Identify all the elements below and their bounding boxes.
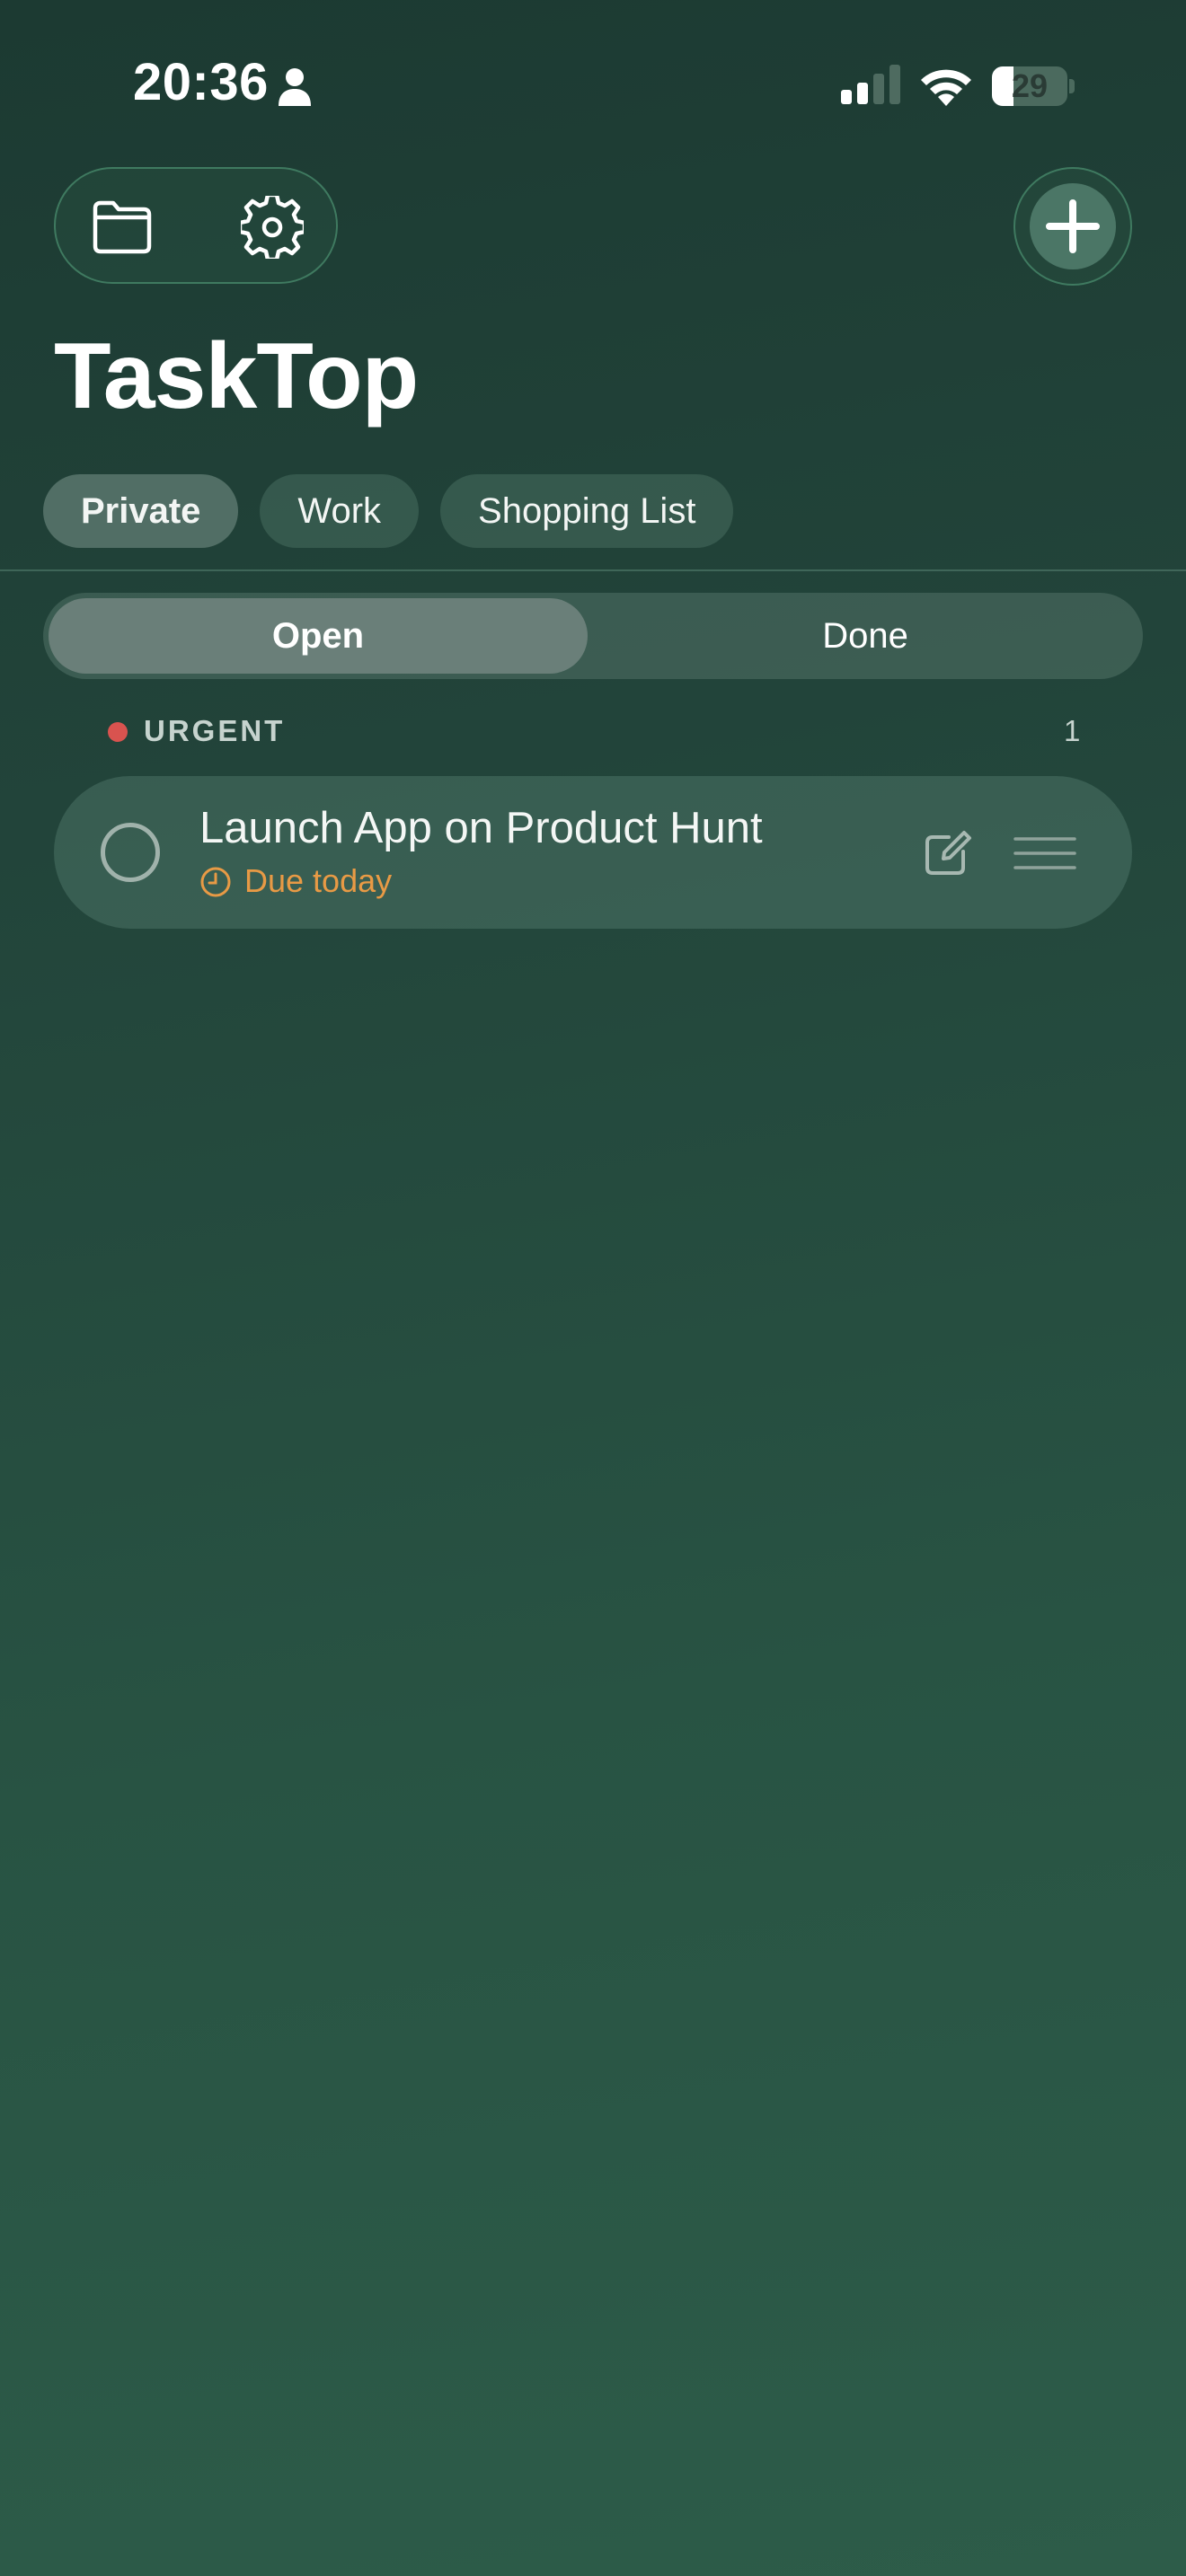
person-icon (279, 68, 311, 106)
tab-private[interactable]: Private (43, 474, 239, 548)
gear-icon[interactable] (241, 196, 304, 259)
task-due-date: Due today (244, 862, 393, 899)
add-button-inner[interactable] (1030, 183, 1116, 269)
tab-work[interactable]: Work (260, 474, 420, 548)
filter-done-button[interactable]: Done (593, 598, 1137, 674)
drag-handle-icon[interactable] (1013, 834, 1076, 873)
section-count: 1 (1064, 714, 1081, 747)
tab-shopping-list[interactable]: Shopping List (440, 474, 734, 548)
filter-open-button[interactable]: Open (49, 598, 588, 674)
list-tabs: Private Work Shopping List (43, 474, 734, 548)
urgent-dot (108, 722, 128, 742)
task-card[interactable]: Launch App on Product Hunt Due today (54, 776, 1132, 929)
folder-icon[interactable] (90, 196, 155, 257)
divider (0, 569, 1186, 571)
task-complete-checkbox[interactable] (101, 823, 160, 882)
add-task-button[interactable] (1013, 167, 1132, 286)
cellular-signal-icon (841, 65, 900, 104)
battery-level: 29 (1011, 67, 1049, 104)
task-title: Launch App on Product Hunt (199, 804, 763, 852)
status-time: 20:36 (133, 53, 269, 111)
edit-icon[interactable] (922, 828, 972, 878)
plus-icon (1046, 199, 1100, 253)
battery-icon: 29 (992, 66, 1075, 106)
status-bar: 20:36 29 (0, 0, 1186, 171)
toolbar-pill (54, 167, 338, 284)
status-filter: Open Done (43, 593, 1143, 679)
section-label: URGENT (144, 714, 286, 747)
clock-icon (200, 867, 231, 897)
page-title: TaskTop (54, 324, 419, 428)
wifi-icon (921, 69, 971, 106)
